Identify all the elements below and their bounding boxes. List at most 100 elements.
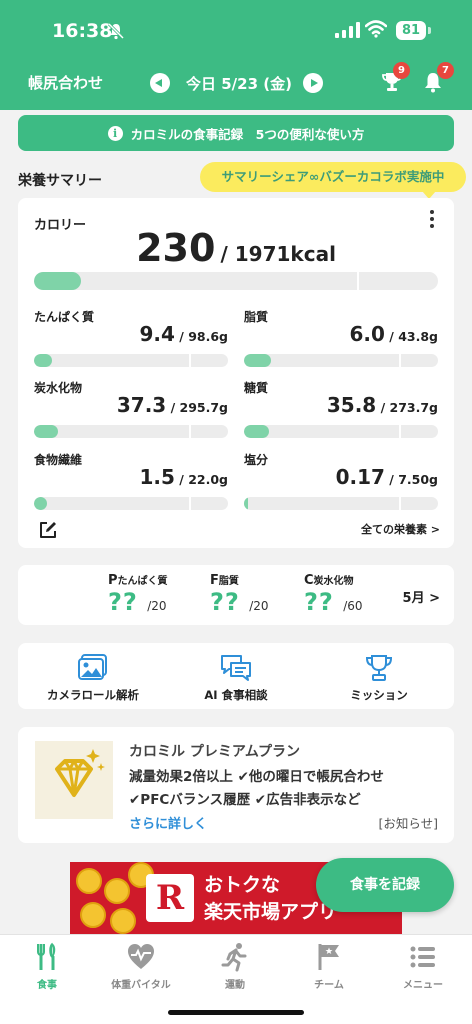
pfc-card[interactable]: Pたんぱく質 ?? /20 F脂質 ?? /20 C炭水化物 ?? /60 5月…	[18, 565, 454, 625]
tab-label: チーム	[314, 980, 344, 991]
tab-label: 体重バイタル	[111, 980, 171, 991]
nutrient-label: 塩分	[244, 453, 269, 467]
progress-tick	[399, 497, 402, 510]
pfc-letter: P	[108, 573, 118, 588]
pfc-name: たんぱく質	[117, 576, 168, 587]
nutrient-progress-fill	[34, 354, 53, 367]
nutrient-label: 脂質	[244, 310, 269, 324]
ad-logo: R	[146, 874, 194, 922]
camera-roll-analysis-button[interactable]: カメラロール解析	[28, 653, 158, 703]
edit-icon[interactable]	[38, 520, 58, 540]
nutrient-goal: / 295.7g	[166, 400, 228, 415]
record-meal-button[interactable]: 食事を記録	[316, 858, 454, 912]
how-to-banner[interactable]: i カロミルの食事記録 5つの便利な使い方	[18, 115, 454, 151]
chat-icon	[221, 655, 251, 681]
home-indicator	[168, 1010, 304, 1015]
summary-title: 栄養サマリー	[18, 173, 102, 189]
promo-bubble[interactable]: サマリーシェア∞バズーカコラボ実施中	[200, 162, 466, 199]
balance-adjust-link[interactable]: 帳尻合わせ	[28, 72, 103, 93]
nutrient-progress-bar	[34, 425, 228, 438]
nutrient-sugar: 糖質 35.8 / 273.7g	[244, 379, 438, 443]
bell-badge: 7	[437, 62, 454, 79]
progress-tick	[189, 354, 192, 367]
premium-line-1: 減量効果2倍以上 ✔他の曜日で帳尻合わせ	[129, 769, 384, 785]
wifi-icon	[365, 20, 387, 38]
nutrient-goal: / 22.0g	[174, 472, 228, 487]
nutrient-value: 1.5	[139, 465, 175, 489]
banner-text: カロミルの食事記録 5つの便利な使い方	[130, 126, 365, 142]
nutrient-protein: たんぱく質 9.4 / 98.6g	[34, 308, 228, 372]
nutrient-carbohydrate: 炭水化物 37.3 / 295.7g	[34, 379, 228, 443]
pfc-fat: F脂質 ?? /20	[210, 572, 269, 616]
tab-meal[interactable]: 食事	[0, 941, 94, 991]
calorie-goal: / 1971kcal	[220, 242, 336, 266]
tab-exercise[interactable]: 運動	[188, 941, 282, 991]
tab-weight-vitals[interactable]: 体重バイタル	[94, 941, 188, 991]
app-header: 16:38 81 帳尻合わせ 今日 5/23 (金) 9 7	[0, 0, 472, 110]
nutrient-fat: 脂質 6.0 / 43.8g	[244, 308, 438, 372]
ad-line-2: 楽天市場アプリ	[204, 901, 338, 923]
coin-icon	[76, 868, 102, 894]
pfc-month-link[interactable]: 5月 >	[403, 587, 440, 606]
nutrient-salt: 塩分 0.17 / 7.50g	[244, 451, 438, 515]
nutrient-goal: / 7.50g	[384, 472, 438, 487]
pfc-value: ??	[108, 588, 138, 616]
progress-tick	[399, 425, 402, 438]
nutrient-label: たんぱく質	[34, 310, 95, 324]
nutrient-value: 6.0	[349, 322, 385, 346]
nutrient-progress-fill	[244, 354, 271, 367]
nutrient-progress-bar	[34, 497, 228, 510]
pfc-goal: /20	[147, 599, 167, 613]
nutrient-label: 糖質	[244, 381, 269, 395]
coin-icon	[110, 908, 136, 934]
nutrition-summary-card[interactable]: カロリー 230 / 1971kcal たんぱく質 9.4 / 98.6g 脂質…	[18, 198, 454, 548]
pfc-value: ??	[210, 588, 240, 616]
status-time: 16:38	[52, 20, 113, 42]
nutrient-value: 0.17	[335, 465, 385, 489]
premium-line-2: ✔PFCバランス履歴 ✔広告非表示など	[129, 792, 361, 808]
premium-more-link[interactable]: さらに詳しく	[129, 813, 207, 832]
signal-icon	[335, 22, 360, 38]
next-day-button[interactable]	[303, 73, 323, 93]
achievements-button[interactable]: 9	[380, 62, 410, 96]
pfc-goal: /60	[343, 599, 363, 613]
tool-label: AI 食事相談	[204, 688, 268, 702]
current-date[interactable]: 今日 5/23 (金)	[186, 73, 292, 94]
nutrient-progress-fill	[34, 497, 48, 510]
premium-card[interactable]: カロミル プレミアムプラン 減量効果2倍以上 ✔他の曜日で帳尻合わせ ✔PFCバ…	[18, 727, 454, 843]
tab-label: 運動	[225, 980, 245, 991]
pfc-letter: C	[304, 573, 314, 588]
trophy-icon	[365, 655, 393, 681]
prev-day-button[interactable]	[150, 73, 170, 93]
bell-off-icon	[108, 22, 124, 40]
nutrient-goal: / 43.8g	[384, 329, 438, 344]
notifications-button[interactable]: 7	[421, 62, 454, 96]
all-nutrients-link[interactable]: 全ての栄養素 >	[361, 521, 440, 537]
ai-consult-button[interactable]: AI 食事相談	[171, 653, 301, 703]
pfc-carbohydrate: C炭水化物 ?? /60	[304, 572, 363, 616]
nutrient-value: 37.3	[116, 393, 167, 417]
progress-tick	[189, 425, 192, 438]
calorie-progress-fill	[34, 272, 82, 290]
pfc-letter: F	[210, 573, 219, 588]
tab-label: メニュー	[403, 980, 443, 991]
nutrient-progress-bar	[34, 354, 228, 367]
calorie-value: 230	[136, 226, 216, 270]
tool-label: ミッション	[350, 688, 408, 702]
diamond-icon	[55, 749, 105, 797]
tab-team[interactable]: チーム	[282, 941, 376, 991]
nutrient-value: 35.8	[326, 393, 377, 417]
pfc-goal: /20	[249, 599, 269, 613]
nutrient-goal: / 273.7g	[376, 400, 438, 415]
battery-tip	[428, 27, 431, 34]
battery-icon: 81	[396, 21, 426, 40]
tab-menu[interactable]: メニュー	[376, 941, 470, 991]
pfc-name: 脂質	[218, 576, 239, 587]
nutrient-progress-bar	[244, 354, 438, 367]
pfc-protein: Pたんぱく質 ?? /20	[108, 572, 168, 616]
progress-tick	[399, 354, 402, 367]
progress-tick	[189, 497, 192, 510]
nutrient-progress-fill	[244, 497, 249, 510]
mission-button[interactable]: ミッション	[314, 653, 444, 703]
nutrient-progress-bar	[244, 497, 438, 510]
